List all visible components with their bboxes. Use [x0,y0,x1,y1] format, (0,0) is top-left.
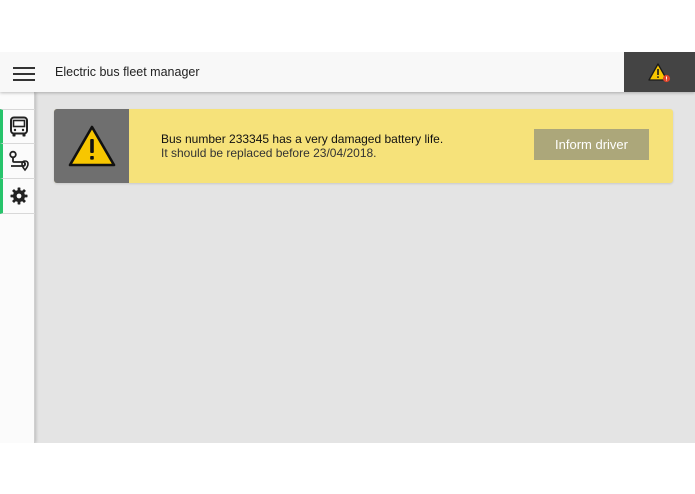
inform-driver-button[interactable]: Inform driver [534,129,649,160]
route-icon [9,150,29,172]
sidebar-item-settings[interactable] [0,179,35,214]
bus-icon [10,116,28,136]
alert-icon-box [54,109,129,183]
sidebar-item-routes[interactable] [0,144,35,179]
app-frame: Electric bus fleet manager Bus number 23… [0,52,695,443]
alert-message-line-1: Bus number 233345 has a very damaged bat… [161,132,444,146]
warning-notification-icon [648,63,671,83]
notifications-button[interactable] [624,52,695,92]
sidebar-item-buses[interactable] [0,109,35,144]
hamburger-menu-icon[interactable] [13,65,35,81]
alert-message-line-2: It should be replaced before 23/04/2018. [161,146,377,160]
gear-icon [10,187,28,205]
warning-icon [68,125,115,167]
battery-alert-card: Bus number 233345 has a very damaged bat… [54,109,673,183]
alert-message: Bus number 233345 has a very damaged bat… [161,132,443,160]
app-title: Electric bus fleet manager [55,65,200,79]
top-bar: Electric bus fleet manager [0,52,695,92]
sidebar [0,92,35,443]
